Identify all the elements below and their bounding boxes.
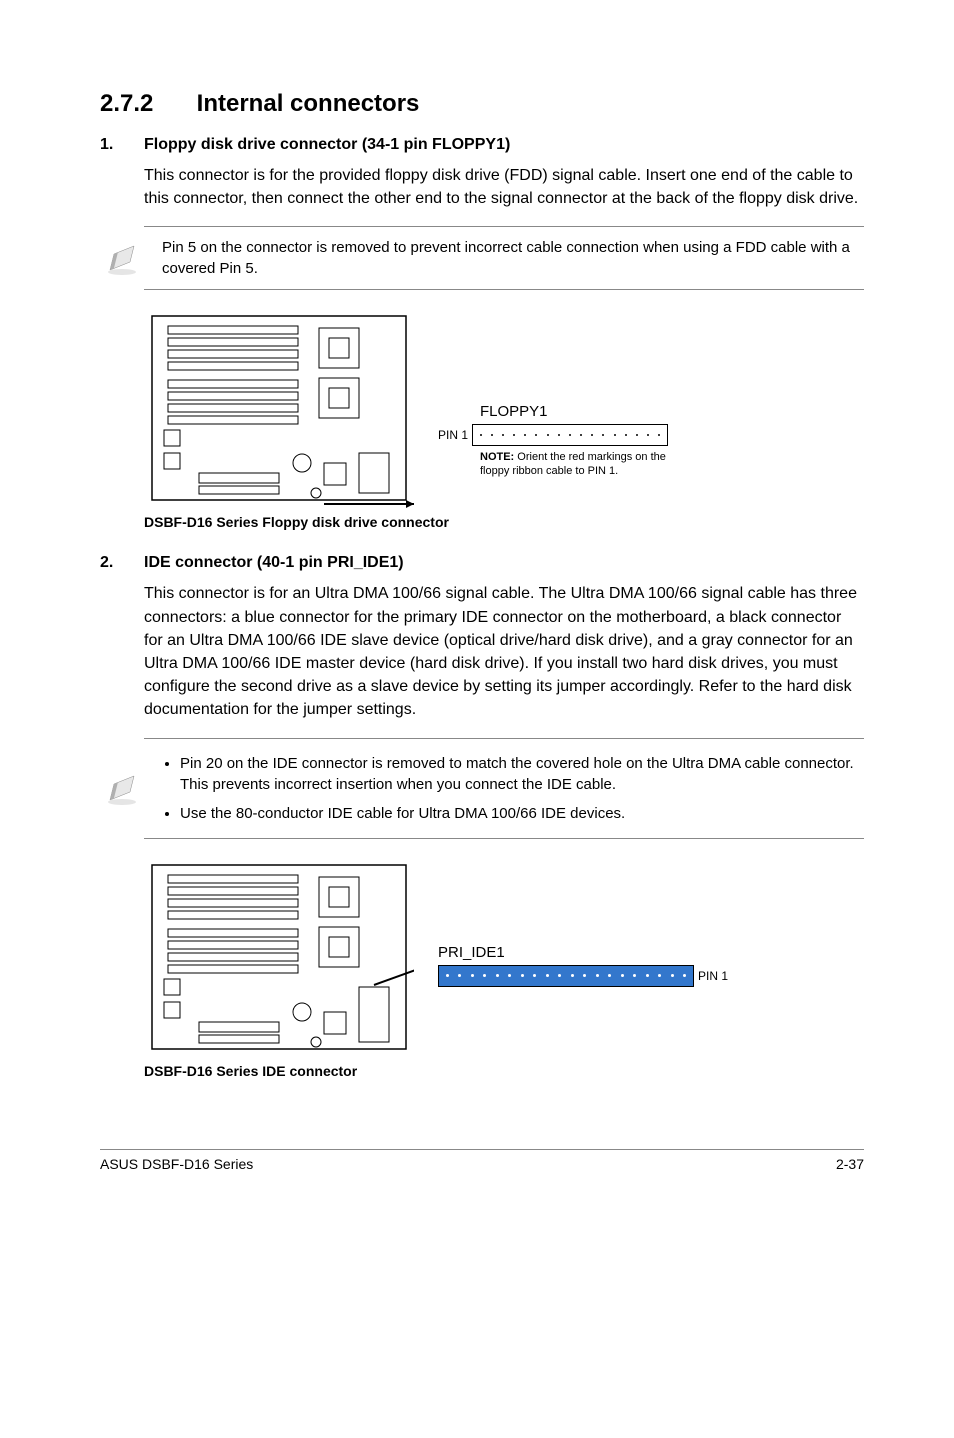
page-footer: ASUS DSBF-D16 Series 2-37 (100, 1149, 864, 1172)
floppy-note-small: NOTE: Orient the red markings on the flo… (480, 450, 690, 479)
pin1-label: PIN 1 (438, 428, 468, 442)
item-1-caption: DSBF-D16 Series Floppy disk drive connec… (144, 514, 864, 530)
ide-connector-callout: PRI_IDE1 PIN 1 (438, 944, 728, 987)
item-1-paragraph: This connector is for the provided flopp… (144, 164, 864, 210)
floppy-connector-icon (472, 424, 668, 446)
item-1-figure: FLOPPY1 PIN 1 NOTE: Orient the red marki… (144, 308, 864, 508)
item-1-note-row: Pin 5 on the connector is removed to pre… (100, 226, 864, 290)
floppy-connector-callout: FLOPPY1 PIN 1 NOTE: Orient the red marki… (438, 403, 690, 479)
item-1-index: 1. (100, 136, 144, 154)
motherboard-diagram-2 (144, 857, 414, 1057)
pencil-icon (100, 770, 144, 806)
item-2-index: 2. (100, 554, 144, 572)
item-2-paragraph: This connector is for an Ultra DMA 100/6… (144, 582, 864, 721)
floppy-connector-label: FLOPPY1 (480, 403, 690, 420)
section-heading: 2.7.2 Internal connectors (100, 90, 864, 118)
item-2-note-box: Pin 20 on the IDE connector is removed t… (144, 738, 864, 839)
section-title: Internal connectors (197, 90, 420, 117)
item-1-note-box: Pin 5 on the connector is removed to pre… (144, 226, 864, 290)
item-2-bullet-1: Pin 20 on the IDE connector is removed t… (180, 749, 860, 799)
item-1-header: 1. Floppy disk drive connector (34-1 pin… (100, 136, 864, 154)
pencil-icon (100, 240, 144, 276)
item-2-caption: DSBF-D16 Series IDE connector (144, 1063, 864, 1079)
section-number: 2.7.2 (100, 90, 190, 118)
ide-connector-label: PRI_IDE1 (438, 944, 728, 961)
pin1-label: PIN 1 (698, 969, 728, 983)
item-1-title: Floppy disk drive connector (34-1 pin FL… (144, 136, 510, 154)
item-2-title: IDE connector (40-1 pin PRI_IDE1) (144, 554, 404, 572)
item-2-bullet-2: Use the 80-conductor IDE cable for Ultra… (180, 799, 860, 828)
item-2-header: 2. IDE connector (40-1 pin PRI_IDE1) (100, 554, 864, 572)
footer-right: 2-37 (836, 1156, 864, 1172)
footer-left: ASUS DSBF-D16 Series (100, 1156, 253, 1172)
item-2-figure: PRI_IDE1 PIN 1 (144, 857, 864, 1057)
item-2-note-row: Pin 20 on the IDE connector is removed t… (100, 738, 864, 839)
ide-connector-icon (438, 965, 694, 987)
page-content: 2.7.2 Internal connectors 1. Floppy disk… (0, 0, 954, 1119)
motherboard-diagram-1 (144, 308, 414, 508)
